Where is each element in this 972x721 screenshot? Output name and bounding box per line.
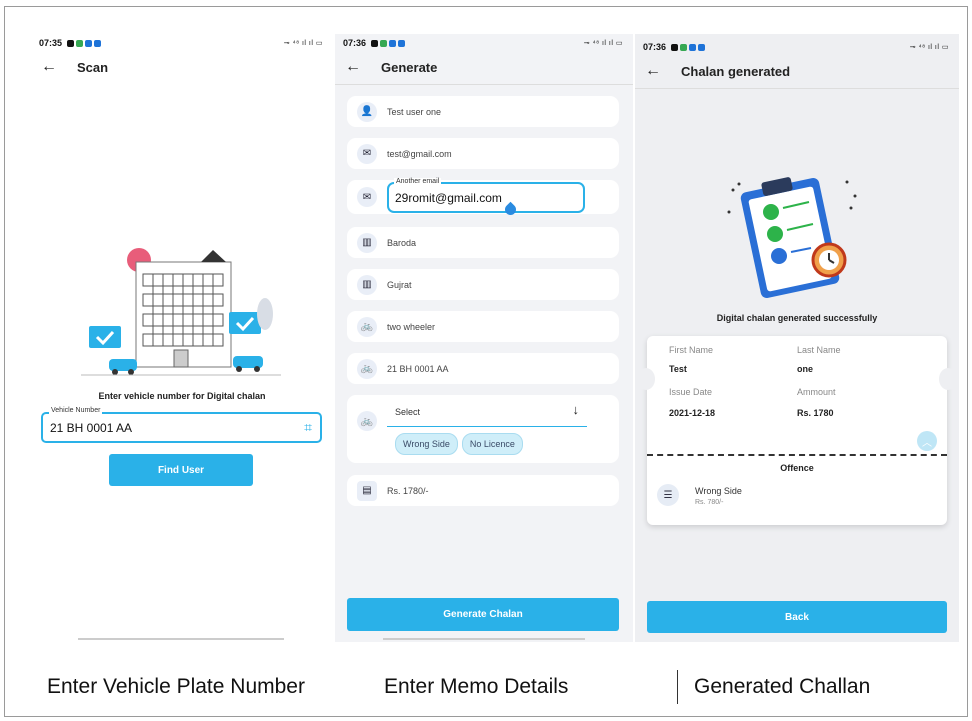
vehicle-type-field[interactable]: 🚲 two wheeler <box>347 311 619 342</box>
caption-generate: Enter Memo Details <box>384 675 569 698</box>
header-divider <box>635 88 959 89</box>
amount-label: Ammount <box>797 387 836 397</box>
name-value: Test user one <box>387 106 442 117</box>
generate-screen: 07:36 ⊸ ⁴⁸ ıl ıl ▭ ← Generate 👤 Test use… <box>335 34 633 642</box>
page-title: Generate <box>381 59 438 75</box>
first-name-label: First Name <box>669 345 714 355</box>
status-indicators: ⊸ ⁴⁸ ıl ıl ▭ <box>909 44 949 51</box>
another-email-value: 29romit@gmail.com <box>395 190 502 205</box>
notification-icons <box>371 39 406 47</box>
header-divider <box>335 84 633 85</box>
issue-date-value: 2021-12-18 <box>669 408 716 418</box>
scan-screen: 07:35 ⊸ ⁴⁸ ıl ıl ▭ ← Scan Enter vehicle … <box>31 34 333 642</box>
scan-icon[interactable]: ⌗ <box>304 419 312 436</box>
status-indicators: ⊸ ⁴⁸ ıl ıl ▭ <box>583 40 623 47</box>
chevron-up-icon[interactable]: ︿ <box>917 431 937 451</box>
bike-icon: 🚲 <box>357 358 377 379</box>
status-bar: 07:36 ⊸ ⁴⁸ ıl ıl ▭ <box>643 38 949 56</box>
generate-chalan-button[interactable]: Generate Chalan <box>347 598 619 631</box>
bike-icon: 🚲 <box>357 316 377 337</box>
amount-value: Rs. 1780/- <box>387 485 429 496</box>
notch-right <box>939 368 957 390</box>
city-icon: ▥ <box>357 274 377 295</box>
page-title: Scan <box>77 59 109 75</box>
another-email-label: Another email <box>394 177 442 185</box>
city-value: Baroda <box>387 237 417 248</box>
status-time: 07:36 <box>643 42 667 52</box>
status-bar: 07:35 ⊸ ⁴⁸ ıl ıl ▭ <box>39 34 323 52</box>
home-indicator <box>78 638 284 640</box>
chalan-card: First Name Last Name Test one Issue Date… <box>637 336 957 525</box>
chalan-generated-screen: 07:36 ⊸ ⁴⁸ ıl ıl ▭ ← Chalan generated Di… <box>635 34 959 642</box>
vehicle-number-value: 21 BH 0001 AA <box>387 363 449 374</box>
last-name-value: one <box>797 364 814 374</box>
mail-icon: ✉ <box>357 187 377 207</box>
scan-prompt: Enter vehicle number for Digital chalan <box>98 391 266 401</box>
bike-icon: 🚲 <box>357 411 377 431</box>
status-indicators: ⊸ ⁴⁸ ıl ıl ▭ <box>283 40 323 47</box>
issue-date-label: Issue Date <box>669 387 713 397</box>
caption-scan: Enter Vehicle Plate Number <box>47 675 305 698</box>
status-time: 07:35 <box>39 38 63 48</box>
state-value: Gujrat <box>387 279 412 290</box>
email-field[interactable]: ✉ test@gmail.com <box>347 138 619 169</box>
last-name-label: Last Name <box>797 345 841 355</box>
chip-no-licence[interactable]: No Licence <box>461 433 523 455</box>
vehicle-number-field[interactable]: Vehicle Number 21 BH 0001 AA ⌗ <box>41 407 322 443</box>
city-field[interactable]: ▥ Baroda <box>347 227 619 258</box>
offence-select-field[interactable]: 🚲 Select ↓ Wrong Side No Licence <box>347 395 619 463</box>
caption-generated: Generated Challan <box>694 675 871 698</box>
arrow-left-icon[interactable]: ← <box>645 62 661 80</box>
vehicle-number-value[interactable]: 21 BH 0001 AA <box>50 421 132 435</box>
mail-icon: ✉ <box>357 143 377 164</box>
status-bar: 07:36 ⊸ ⁴⁸ ıl ıl ▭ <box>343 34 623 52</box>
clipboard-check-illustration <box>727 177 857 299</box>
name-field[interactable]: 👤 Test user one <box>347 96 619 127</box>
vehicle-type-value: two wheeler <box>387 321 436 332</box>
amount-field[interactable]: ▤ Rs. 1780/- <box>347 475 619 506</box>
another-email-input[interactable]: Another email 29romit@gmail.com <box>387 177 585 217</box>
arrow-left-icon[interactable]: ← <box>345 58 361 76</box>
building-illustration <box>81 248 281 376</box>
vehicle-number-label: Vehicle Number <box>49 407 103 414</box>
card-divider <box>647 454 947 456</box>
arrow-left-icon[interactable]: ← <box>41 58 57 76</box>
list-icon: ☰ <box>657 484 679 506</box>
caption-separator <box>677 670 678 704</box>
text-cursor-handle[interactable] <box>502 201 519 217</box>
offence-name: Wrong Side <box>695 486 742 496</box>
email-value: test@gmail.com <box>387 148 452 159</box>
back-button[interactable]: Back <box>647 601 947 633</box>
offence-select[interactable]: Select ↓ <box>387 395 587 427</box>
home-indicator <box>383 638 585 640</box>
status-time: 07:36 <box>343 38 367 48</box>
offence-amount: Rs. 780/- <box>695 499 724 506</box>
state-field[interactable]: ▥ Gujrat <box>347 269 619 300</box>
app-header: ← Generate <box>345 56 437 78</box>
arrow-down-icon[interactable]: ↓ <box>573 402 580 417</box>
offence-chips: Wrong Side No Licence <box>395 433 587 455</box>
offence-select-placeholder: Select <box>395 407 421 417</box>
notification-icons <box>67 39 102 47</box>
first-name-value: Test <box>669 364 687 374</box>
another-email-field[interactable]: ✉ Another email 29romit@gmail.com <box>347 177 619 217</box>
offence-title: Offence <box>780 463 814 473</box>
page-title: Chalan generated <box>681 63 791 79</box>
cash-icon: ▤ <box>357 480 377 501</box>
chip-wrong-side[interactable]: Wrong Side <box>395 433 458 455</box>
find-user-button[interactable]: Find User <box>109 454 253 486</box>
city-icon: ▥ <box>357 232 377 253</box>
notification-icons <box>671 43 706 51</box>
success-message: Digital chalan generated successfully <box>716 313 878 323</box>
person-icon: 👤 <box>357 101 377 122</box>
app-header: ← Chalan generated <box>645 60 790 82</box>
notch-left <box>637 368 655 390</box>
amount-value: Rs. 1780 <box>797 408 834 418</box>
app-header: ← Scan <box>41 56 108 78</box>
vehicle-number-field[interactable]: 🚲 21 BH 0001 AA <box>347 353 619 384</box>
